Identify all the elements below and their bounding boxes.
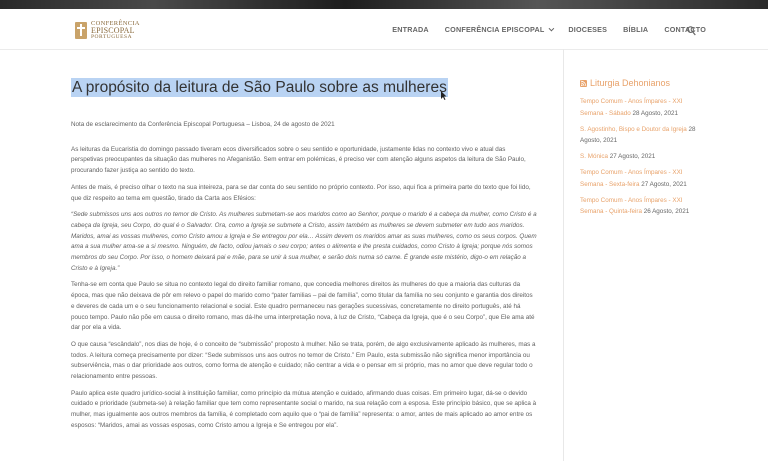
feed-list: Tempo Comum - Anos Ímpares - XXI Semana … (580, 96, 698, 218)
post-quote: “Sede submissos uns aos outros no temor … (71, 211, 537, 272)
nav-item-label: CONTACTO (664, 25, 706, 34)
sidebar-divider (563, 49, 564, 461)
list-item: Tempo Comum - Anos Ímpares - XXI Semana … (580, 96, 698, 120)
post-paragraph: Tenha-se em conta que Paulo se situa no … (71, 281, 535, 332)
post-intro-note: Nota de esclarecimento da Conferência Ep… (71, 121, 335, 128)
list-item: S. Mónica 27 Agosto, 2021 (580, 151, 698, 163)
nav-item-entrada[interactable]: ENTRADA (392, 25, 429, 34)
chevron-down-icon (549, 25, 555, 31)
main-navigation: ENTRADA CONFERÊNCIA EPISCOPAL DIOCESES B… (376, 25, 706, 34)
feed-link[interactable]: S. Mónica (580, 153, 608, 160)
post-paragraph: As leituras da Eucaristia do domingo pas… (71, 145, 526, 175)
post-title-text: A propósito da leitura de São Paulo sobr… (71, 78, 448, 97)
nav-item-label: CONFERÊNCIA EPISCOPAL (444, 25, 545, 34)
feed-date: 27 Agosto, 2021 (641, 180, 687, 188)
nav-item-dioceses[interactable]: DIOCESES (568, 25, 607, 34)
post-paragraph: Paulo aplica este quadro jurídico-social… (71, 389, 537, 429)
feed-date: 27 Agosto, 2021 (609, 153, 656, 161)
feed-date: 26 Agosto, 2021 (643, 208, 690, 216)
cross-emblem-icon (75, 22, 87, 39)
site-logo[interactable]: CONFERÊNCIA EPISCOPAL PORTUGUESA (74, 19, 140, 41)
browser-top-strip (0, 0, 768, 9)
logo-line-2: EPISCOPAL (91, 25, 135, 35)
list-item: Tempo Comum - Anos Ímpares - XXI Semana … (580, 195, 698, 219)
nav-item-label: DIOCESES (568, 25, 608, 34)
search-icon[interactable] (687, 26, 696, 36)
list-item: Tempo Comum - Anos Ímpares - XXI Semana … (580, 167, 698, 191)
post-paragraph: Antes de mais, é preciso olhar o texto n… (71, 183, 531, 202)
logo-line-3: PORTUGUESA (91, 33, 133, 40)
widget-title-text: Liturgia Dehonianos (590, 78, 671, 88)
widget-title[interactable]: Liturgia Dehonianos (580, 78, 698, 88)
sidebar: Liturgia Dehonianos Tempo Comum - Anos Í… (580, 78, 698, 222)
nav-item-contacto[interactable]: CONTACTO (664, 25, 706, 34)
site-header: CONFERÊNCIA EPISCOPAL PORTUGUESA ENTRADA… (0, 9, 768, 49)
post-content: Nota de esclarecimento da Conferência Ep… (71, 120, 537, 438)
rss-icon (580, 79, 587, 87)
post-paragraph: O que causa “escândalo”, nos dias de hoj… (71, 340, 536, 381)
nav-item-conferencia-episcopal[interactable]: CONFERÊNCIA EPISCOPAL (444, 25, 555, 34)
post-title: A propósito da leitura de São Paulo sobr… (71, 78, 448, 97)
list-item: S. Agostinho, Bispo e Doutor da Igreja 2… (580, 124, 698, 148)
feed-link[interactable]: S. Agostinho, Bispo e Doutor da Igreja (580, 126, 687, 133)
nav-item-label: ENTRADA (392, 25, 429, 34)
feed-date: 28 Agosto, 2021 (632, 109, 679, 117)
nav-item-label: BÍBLIA (623, 25, 649, 34)
text-cursor-icon (441, 91, 447, 100)
nav-item-biblia[interactable]: BÍBLIA (623, 25, 648, 34)
logo-wordmark: CONFERÊNCIA EPISCOPAL PORTUGUESA (91, 20, 140, 41)
